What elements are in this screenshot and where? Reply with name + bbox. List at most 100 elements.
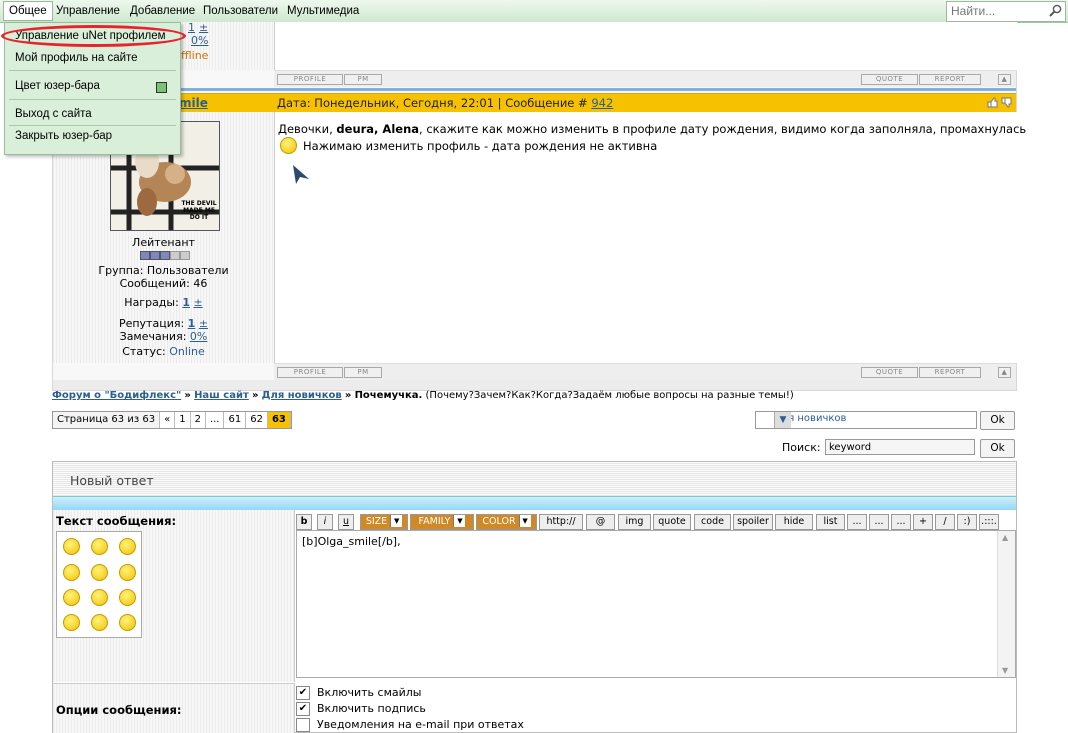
user-group: Группа: Пользователи: [98, 264, 229, 277]
forum-posts: 1 ± 0% ffline PROFILE PM QUOTE REPORT ▲ …: [52, 21, 1026, 391]
smile-shock-icon[interactable]: [63, 564, 80, 581]
prev-awards-plus[interactable]: ±: [199, 21, 208, 34]
search-input[interactable]: [947, 2, 1047, 19]
page-prev[interactable]: «: [160, 412, 176, 428]
smile-sad-icon[interactable]: [63, 538, 80, 555]
pm-button[interactable]: PM: [344, 367, 382, 378]
pagination: Страница 63 из 63 « 1 2 ... 61 62 63: [52, 411, 292, 429]
smiley-button[interactable]: :): [957, 514, 977, 530]
textarea-scrollbar[interactable]: ▲ ▼: [997, 531, 1015, 677]
crumb-forum[interactable]: Форум о "Бодифлекс": [52, 390, 181, 401]
email-notify-checkbox[interactable]: [296, 718, 310, 732]
scroll-top-icon[interactable]: ▲: [998, 74, 1011, 85]
reputation-link[interactable]: 1: [188, 317, 196, 330]
forum-jump-select[interactable]: Для новичков ▼: [755, 411, 977, 429]
smile-smirk-icon[interactable]: [91, 564, 108, 581]
report-button[interactable]: REPORT: [919, 74, 981, 85]
family-select[interactable]: FAMILY ▼: [410, 514, 474, 530]
email-button[interactable]: @: [586, 514, 615, 530]
crumb-site[interactable]: Наш сайт: [194, 390, 249, 401]
page-2[interactable]: 2: [190, 412, 206, 428]
enable-smiles-label: Включить смайлы: [317, 686, 422, 699]
smile-cool-icon[interactable]: [119, 538, 136, 555]
underline-button[interactable]: u: [338, 514, 354, 530]
quote-button[interactable]: QUOTE: [861, 74, 918, 85]
enable-signature-checkbox[interactable]: ✔: [296, 702, 310, 716]
search-ok-button[interactable]: Ok: [980, 439, 1015, 458]
topic-search-input[interactable]: keyword: [825, 439, 975, 455]
text-label: Текст сообщения:: [56, 514, 177, 528]
menu-management[interactable]: Управление: [51, 2, 125, 20]
scroll-down-icon[interactable]: ▼: [1002, 666, 1008, 675]
color-swatch-icon[interactable]: [156, 82, 167, 93]
slash-button[interactable]: /: [935, 514, 955, 530]
scroll-top-icon[interactable]: ▲: [998, 367, 1011, 378]
menu-item-bar-color[interactable]: Цвет юзер-бара: [15, 77, 100, 95]
spoiler-button[interactable]: spoiler: [733, 514, 773, 530]
warnings-link[interactable]: 0%: [190, 330, 207, 343]
smile-happy-icon[interactable]: [119, 564, 136, 581]
jump-ok-button[interactable]: Ok: [980, 411, 1015, 430]
plus-button[interactable]: +: [913, 514, 933, 530]
post-text-line1: Девочки, deura, Alena, скажите как можно…: [278, 122, 1027, 136]
thumb-up-icon[interactable]: [987, 97, 998, 108]
url-button[interactable]: http://: [539, 514, 583, 530]
more-button-2[interactable]: ...: [869, 514, 889, 530]
code-button[interactable]: code: [694, 514, 731, 530]
quote-tag-button[interactable]: quote: [653, 514, 691, 530]
thumb-down-icon[interactable]: [1001, 97, 1012, 108]
smile-grin-icon[interactable]: [91, 538, 108, 555]
awards-link[interactable]: 1: [182, 296, 190, 309]
user-rank: Лейтенант: [132, 236, 195, 249]
page-62[interactable]: 62: [246, 412, 268, 428]
menu-item-my-profile[interactable]: Мой профиль на сайте: [15, 49, 138, 67]
color-select[interactable]: COLOR ▼: [476, 514, 537, 530]
menu-general[interactable]: Общее: [3, 1, 53, 21]
post-divider: [53, 88, 1016, 91]
pm-button[interactable]: PM: [344, 74, 382, 85]
profile-button[interactable]: PROFILE: [277, 367, 343, 378]
breadcrumb: Форум о "Бодифлекс" » Наш сайт » Для нов…: [52, 390, 794, 401]
post-number-link[interactable]: 942: [591, 96, 613, 110]
page-ellipsis[interactable]: ...: [205, 412, 225, 428]
enable-smiles-checkbox[interactable]: ✔: [296, 686, 310, 700]
smile-smile-icon[interactable]: [91, 589, 108, 606]
page-1[interactable]: 1: [175, 412, 191, 428]
menu-multimedia[interactable]: Мультимедиа: [282, 2, 364, 20]
smile-tongue-icon[interactable]: [63, 614, 80, 631]
message-textarea[interactable]: [b]Olga_smile[/b], ▲ ▼: [296, 530, 1016, 678]
dots-button[interactable]: .:::.: [979, 514, 999, 530]
page-61[interactable]: 61: [224, 412, 247, 428]
size-select[interactable]: SIZE ▼: [360, 514, 408, 530]
hide-button[interactable]: hide: [775, 514, 813, 530]
smile-wink-icon[interactable]: [119, 614, 136, 631]
img-button[interactable]: img: [618, 514, 651, 530]
menu-add[interactable]: Добавление: [125, 2, 200, 20]
smile-surprised-icon[interactable]: [119, 589, 136, 606]
prev-warnings-link[interactable]: 0%: [191, 34, 208, 47]
menu-item-close-bar[interactable]: Закрыть юзер-бар: [15, 127, 112, 145]
report-button[interactable]: REPORT: [919, 367, 981, 378]
bold-button[interactable]: b: [296, 514, 312, 530]
italic-button[interactable]: i: [317, 514, 333, 530]
smile-worried-icon[interactable]: [63, 589, 80, 606]
reputation-plus[interactable]: ±: [199, 317, 208, 330]
post-date: Дата: Понедельник, Сегодня, 22:01 | Сооб…: [277, 96, 588, 110]
crumb-desc: (Почему?Зачем?Как?Когда?Задаём любые воп…: [425, 390, 794, 401]
menu-item-logout[interactable]: Выход с сайта: [15, 105, 92, 123]
menu-users[interactable]: Пользователи: [198, 2, 283, 20]
search-icon[interactable]: [1049, 4, 1062, 17]
prev-awards-link[interactable]: 1: [188, 21, 195, 34]
more-button-1[interactable]: ...: [847, 514, 867, 530]
crumb-newbies[interactable]: Для новичков: [262, 390, 342, 401]
quote-button[interactable]: QUOTE: [861, 367, 918, 378]
awards-plus[interactable]: ±: [193, 296, 202, 309]
menu-separator: [9, 125, 176, 126]
profile-button[interactable]: PROFILE: [277, 74, 343, 85]
smile-dizzy-icon[interactable]: [91, 614, 108, 631]
more-button-3[interactable]: ...: [891, 514, 911, 530]
reply-divider: [53, 496, 1016, 510]
list-button[interactable]: list: [816, 514, 845, 530]
post-author[interactable]: mile: [179, 96, 208, 110]
scroll-up-icon[interactable]: ▲: [1002, 533, 1008, 542]
